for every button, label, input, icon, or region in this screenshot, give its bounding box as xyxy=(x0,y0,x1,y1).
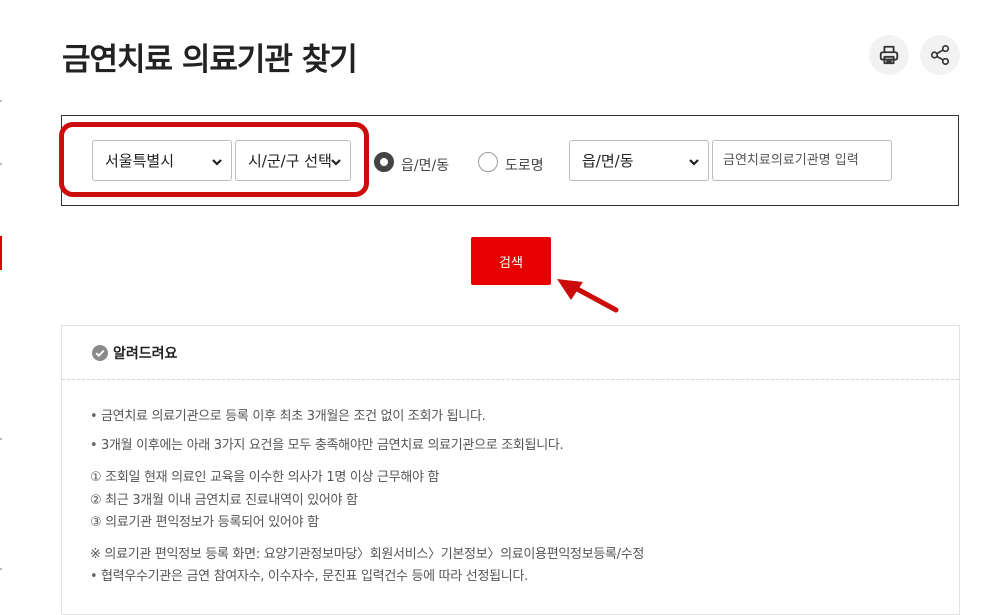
institution-name-input[interactable] xyxy=(712,140,892,181)
annotation-arrow-icon xyxy=(557,279,619,313)
edge-tick xyxy=(0,568,2,570)
edge-tick xyxy=(0,100,2,102)
edge-tick xyxy=(0,438,2,440)
requirement-item: ③ 의료기관 편익정보가 등록되어 있어야 함 xyxy=(90,515,319,530)
requirement-item: ① 조회일 현재 의료인 교육을 이수한 의사가 1명 이상 근무해야 함 xyxy=(90,470,440,485)
radio-label-road-name[interactable]: 도로명 xyxy=(505,155,544,175)
notice-bullet: 3개월 이후에는 아래 3가지 요건을 모두 충족해야만 금연치료 의료기관으로… xyxy=(90,434,564,453)
notice-title: 알려드려요 xyxy=(113,346,178,362)
chevron-down-icon xyxy=(689,159,699,166)
radio-eup-myeon-dong[interactable] xyxy=(374,152,394,172)
notice-note: ※ 의료기관 편익정보 등록 화면: 요양기관정보마당〉회원서비스〉기본정보〉의… xyxy=(90,547,645,562)
edge-tick xyxy=(0,163,2,165)
requirement-item: ② 최근 3개월 이내 금연치료 진료내역이 있어야 함 xyxy=(90,493,358,508)
printer-icon xyxy=(879,45,899,65)
radio-road-name[interactable] xyxy=(478,152,498,172)
print-button[interactable] xyxy=(869,35,909,75)
page-title: 금연치료 의료기관 찾기 xyxy=(62,42,358,78)
notice-bullet: 금연치료 의료기관으로 등록 이후 최초 3개월은 조건 없이 조회가 됩니다. xyxy=(90,405,486,424)
radio-label-eup-myeon-dong[interactable]: 읍/면/동 xyxy=(401,155,449,175)
dong-select[interactable]: 읍/면/동 xyxy=(569,140,709,181)
check-circle-icon xyxy=(92,345,108,361)
edge-active-marker xyxy=(0,236,2,270)
notice-header: 알려드려요 xyxy=(92,343,177,363)
dong-select-value: 읍/면/동 xyxy=(582,152,634,170)
notice-bullet: 협력우수기관은 금연 참여자수, 이수자수, 문진표 입력건수 등에 따라 선정… xyxy=(90,565,528,584)
divider xyxy=(62,379,959,380)
share-icon xyxy=(930,45,950,65)
share-button[interactable] xyxy=(920,35,960,75)
search-button[interactable]: 검색 xyxy=(471,237,551,285)
annotation-highlight-box xyxy=(59,122,369,197)
left-edge-markers xyxy=(0,0,4,604)
